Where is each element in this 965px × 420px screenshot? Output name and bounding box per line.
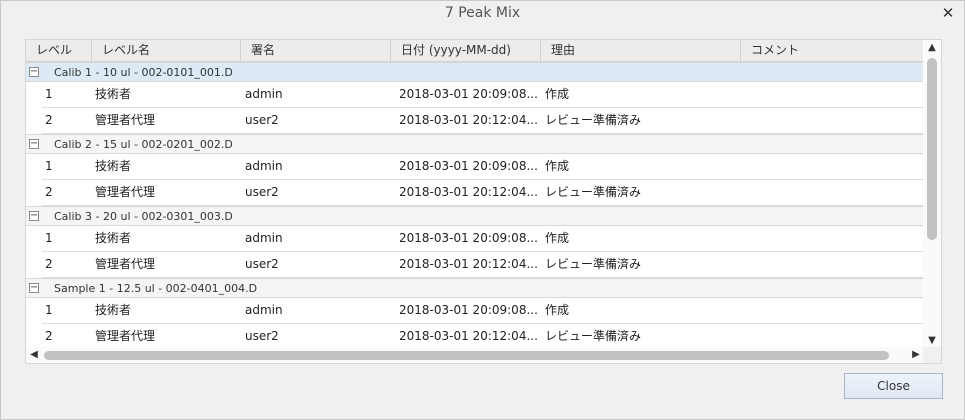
cell-level-name: 管理者代理 (95, 329, 156, 343)
table-row[interactable]: 1 技術者 admin 2018-03-01 20:09:08... 作成 (42, 154, 924, 180)
group-label: Calib 3 - 20 ul - 002-0301_003.D (54, 210, 233, 223)
group-label: Calib 2 - 15 ul - 002-0201_002.D (54, 138, 233, 151)
cell-reason: レビュー準備済み (545, 185, 642, 199)
table-row[interactable]: 2 管理者代理 user2 2018-03-01 20:12:04... レビュ… (42, 108, 924, 134)
group-row[interactable]: − Calib 3 - 20 ul - 002-0301_003.D (26, 206, 924, 226)
horizontal-scroll-thumb[interactable] (44, 351, 889, 360)
cell-level-name: 管理者代理 (95, 113, 156, 127)
cell-reason: 作成 (545, 159, 570, 173)
table-row[interactable]: 2 管理者代理 user2 2018-03-01 20:12:04... レビュ… (42, 180, 924, 206)
cell-comment (745, 252, 915, 277)
cell-level: 1 (45, 159, 53, 173)
table-row[interactable]: 1 技術者 admin 2018-03-01 20:09:08... 作成 (42, 226, 924, 252)
column-header-signature[interactable]: 署名 (241, 40, 391, 61)
cell-signature: admin (245, 231, 283, 245)
column-header-date[interactable]: 日付 (yyyy-MM-dd) (391, 40, 541, 61)
dialog-window: 7 Peak Mix ✕ レベル レベル名 署名 日付 (yyyy-MM-dd)… (0, 0, 965, 420)
cell-date: 2018-03-01 20:09:08... (399, 231, 538, 245)
title-bar: 7 Peak Mix (1, 1, 964, 27)
scroll-corner (923, 347, 941, 363)
cell-level-name: 技術者 (95, 303, 132, 317)
column-header-comment[interactable]: コメント (741, 40, 924, 61)
scroll-left-icon[interactable]: ◀ (26, 347, 42, 363)
group-row[interactable]: − Calib 1 - 10 ul - 002-0101_001.D (26, 62, 924, 82)
group-row[interactable]: − Calib 2 - 15 ul - 002-0201_002.D (26, 134, 924, 154)
cell-level-name: 技術者 (95, 87, 132, 101)
vertical-scrollbar[interactable]: ▲ ▼ (923, 40, 941, 349)
column-header-level-name[interactable]: レベル名 (92, 40, 241, 61)
cell-level: 2 (45, 113, 53, 127)
cell-comment (745, 180, 915, 205)
grid-rows: − Calib 1 - 10 ul - 002-0101_001.D 1 技術者… (26, 62, 924, 349)
cell-comment (745, 154, 915, 179)
cell-comment (745, 298, 915, 323)
close-icon[interactable]: ✕ (940, 5, 956, 21)
cell-date: 2018-03-01 20:12:04... (399, 185, 538, 199)
table-row[interactable]: 1 技術者 admin 2018-03-01 20:09:08... 作成 (42, 82, 924, 108)
cell-level-name: 管理者代理 (95, 185, 156, 199)
cell-date: 2018-03-01 20:12:04... (399, 257, 538, 271)
collapse-icon[interactable]: − (29, 211, 39, 221)
scroll-right-icon[interactable]: ▶ (908, 347, 924, 363)
cell-signature: user2 (245, 257, 279, 271)
cell-comment (745, 82, 915, 107)
cell-comment (745, 108, 915, 133)
cell-level: 1 (45, 87, 53, 101)
cell-reason: レビュー準備済み (545, 257, 642, 271)
cell-signature: user2 (245, 185, 279, 199)
window-title: 7 Peak Mix (444, 5, 521, 21)
cell-signature: user2 (245, 113, 279, 127)
cell-signature: admin (245, 87, 283, 101)
cell-signature: user2 (245, 329, 279, 343)
cell-comment (745, 324, 915, 349)
group-label: Calib 1 - 10 ul - 002-0101_001.D (54, 66, 233, 79)
close-button[interactable]: Close (844, 373, 943, 399)
cell-signature: admin (245, 303, 283, 317)
cell-date: 2018-03-01 20:09:08... (399, 303, 538, 317)
cell-level-name: 管理者代理 (95, 257, 156, 271)
cell-signature: admin (245, 159, 283, 173)
cell-level: 2 (45, 257, 53, 271)
cell-reason: 作成 (545, 303, 570, 317)
group-row[interactable]: − Sample 1 - 12.5 ul - 002-0401_004.D (26, 278, 924, 298)
collapse-icon[interactable]: − (29, 283, 39, 293)
horizontal-scrollbar[interactable]: ◀ ▶ (26, 347, 924, 363)
grid-header: レベル レベル名 署名 日付 (yyyy-MM-dd) 理由 コメント (26, 40, 924, 62)
cell-date: 2018-03-01 20:12:04... (399, 113, 538, 127)
cell-level: 1 (45, 231, 53, 245)
signature-grid: レベル レベル名 署名 日付 (yyyy-MM-dd) 理由 コメント − Ca… (25, 39, 942, 364)
table-row[interactable]: 1 技術者 admin 2018-03-01 20:09:08... 作成 (42, 298, 924, 324)
column-header-reason[interactable]: 理由 (541, 40, 741, 61)
vertical-scroll-thumb[interactable] (927, 58, 937, 240)
cell-date: 2018-03-01 20:09:08... (399, 159, 538, 173)
cell-reason: 作成 (545, 87, 570, 101)
column-header-level[interactable]: レベル (26, 40, 92, 61)
cell-date: 2018-03-01 20:09:08... (399, 87, 538, 101)
cell-reason: レビュー準備済み (545, 329, 642, 343)
cell-level: 2 (45, 185, 53, 199)
cell-level-name: 技術者 (95, 159, 132, 173)
cell-date: 2018-03-01 20:12:04... (399, 329, 538, 343)
collapse-icon[interactable]: − (29, 67, 39, 77)
cell-level-name: 技術者 (95, 231, 132, 245)
table-row[interactable]: 2 管理者代理 user2 2018-03-01 20:12:04... レビュ… (42, 324, 924, 349)
collapse-icon[interactable]: − (29, 139, 39, 149)
cell-reason: レビュー準備済み (545, 113, 642, 127)
group-label: Sample 1 - 12.5 ul - 002-0401_004.D (54, 282, 258, 295)
cell-level: 2 (45, 329, 53, 343)
scroll-up-icon[interactable]: ▲ (923, 40, 941, 56)
table-row[interactable]: 2 管理者代理 user2 2018-03-01 20:12:04... レビュ… (42, 252, 924, 278)
cell-comment (745, 226, 915, 251)
cell-level: 1 (45, 303, 53, 317)
cell-reason: 作成 (545, 231, 570, 245)
